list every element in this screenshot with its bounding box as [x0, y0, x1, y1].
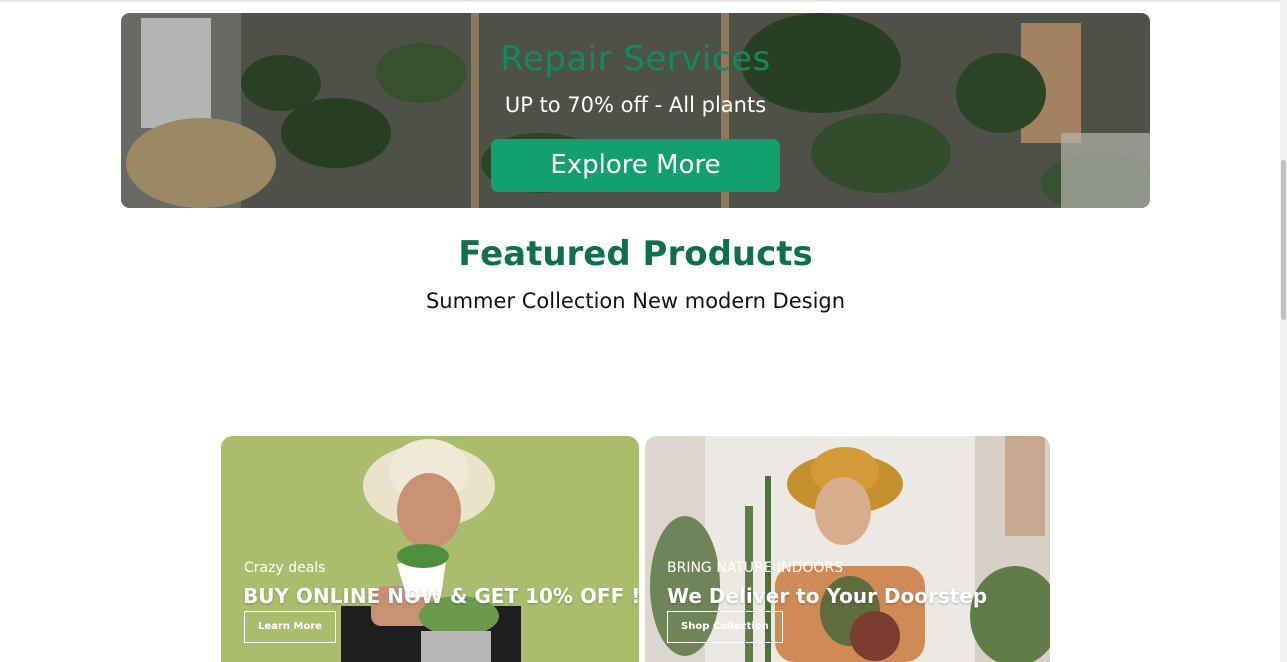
learn-more-button[interactable]: Learn More [244, 611, 336, 643]
promo-kicker: Crazy deals [244, 560, 326, 576]
vertical-scrollbar[interactable] [1280, 0, 1287, 662]
promo-card-crazy-deals: Crazy deals BUY ONLINE NOW & GET 10% OFF… [221, 436, 639, 662]
promo-card-bring-nature-indoors: BRING NATURE INDOORS We Deliver to Your … [645, 436, 1050, 662]
explore-more-button[interactable]: Explore More [491, 139, 780, 192]
scrollbar-thumb[interactable] [1281, 160, 1286, 320]
featured-products-subtitle: Summer Collection New modern Design [425, 289, 846, 313]
repair-services-banner: Repair Services UP to 70% off - All plan… [121, 13, 1150, 208]
top-divider [0, 0, 1280, 2]
promo-kicker: BRING NATURE INDOORS [667, 560, 844, 576]
featured-products-title: Featured Products [458, 234, 813, 274]
page: Repair Services UP to 70% off - All plan… [0, 0, 1287, 662]
promo-headline: We Deliver to Your Doorstep [667, 584, 988, 608]
promo-headline: BUY ONLINE NOW & GET 10% OFF ! [243, 584, 639, 608]
shop-collection-button[interactable]: Shop Collection [667, 611, 783, 643]
banner-subtitle: UP to 70% off - All plants [504, 93, 767, 117]
banner-title: Repair Services [500, 39, 771, 79]
